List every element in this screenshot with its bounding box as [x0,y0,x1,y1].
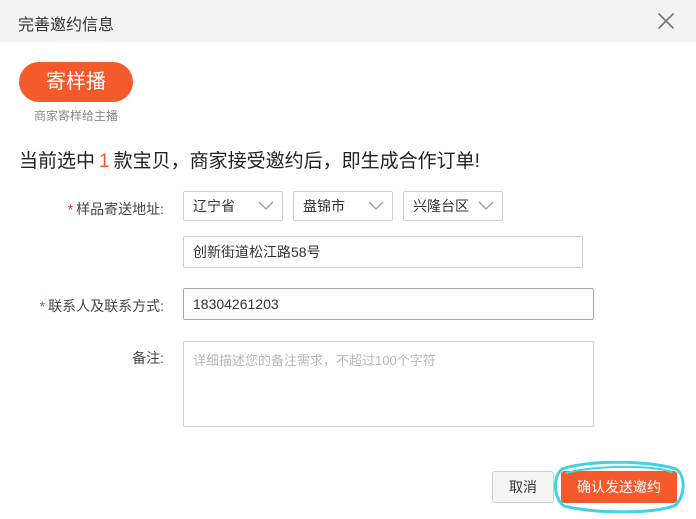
city-value: 盘锦市 [303,198,345,214]
close-icon[interactable] [654,9,678,33]
address-label: * 样品寄送地址: [67,201,164,217]
contact-input[interactable] [183,288,594,320]
invite-dialog: 完善邀约信息 寄样播 商家寄样给主播 当前选中 1 款宝贝，商家接受邀约后，即生成合… [0,0,696,519]
summary-suffix: 款宝贝，商家接受邀约后，即生成合作订单! [113,151,480,172]
dialog-title: 完善邀约信息 [18,17,115,34]
summary-prefix: 当前选中 [19,151,96,172]
province-value: 辽宁省 [193,198,235,214]
sample-broadcast-button[interactable]: 寄样播 [19,62,133,102]
note-label: 备注: [132,350,164,366]
district-select[interactable]: 兴隆台区 [403,191,503,221]
required-mark: * [39,298,46,314]
required-mark: * [67,201,74,217]
dialog-header: 完善邀约信息 [0,0,696,42]
selection-summary: 当前选中 1 款宝贝，商家接受邀约后，即生成合作订单! [19,146,480,173]
province-select[interactable]: 辽宁省 [183,191,283,221]
chevron-down-icon [258,201,274,210]
district-value: 兴隆台区 [413,198,469,214]
city-select[interactable]: 盘锦市 [293,191,393,221]
cancel-button[interactable]: 取消 [492,471,554,503]
sample-subtitle: 商家寄样给主播 [34,109,119,123]
contact-label: * 联系人及联系方式: [39,298,164,314]
chevron-down-icon [478,201,494,210]
selected-count: 1 [99,151,110,172]
street-address-input[interactable] [183,236,583,268]
confirm-send-invite-button[interactable]: 确认发送邀约 [561,471,677,503]
chevron-down-icon [368,201,384,210]
note-textarea[interactable] [183,341,594,427]
